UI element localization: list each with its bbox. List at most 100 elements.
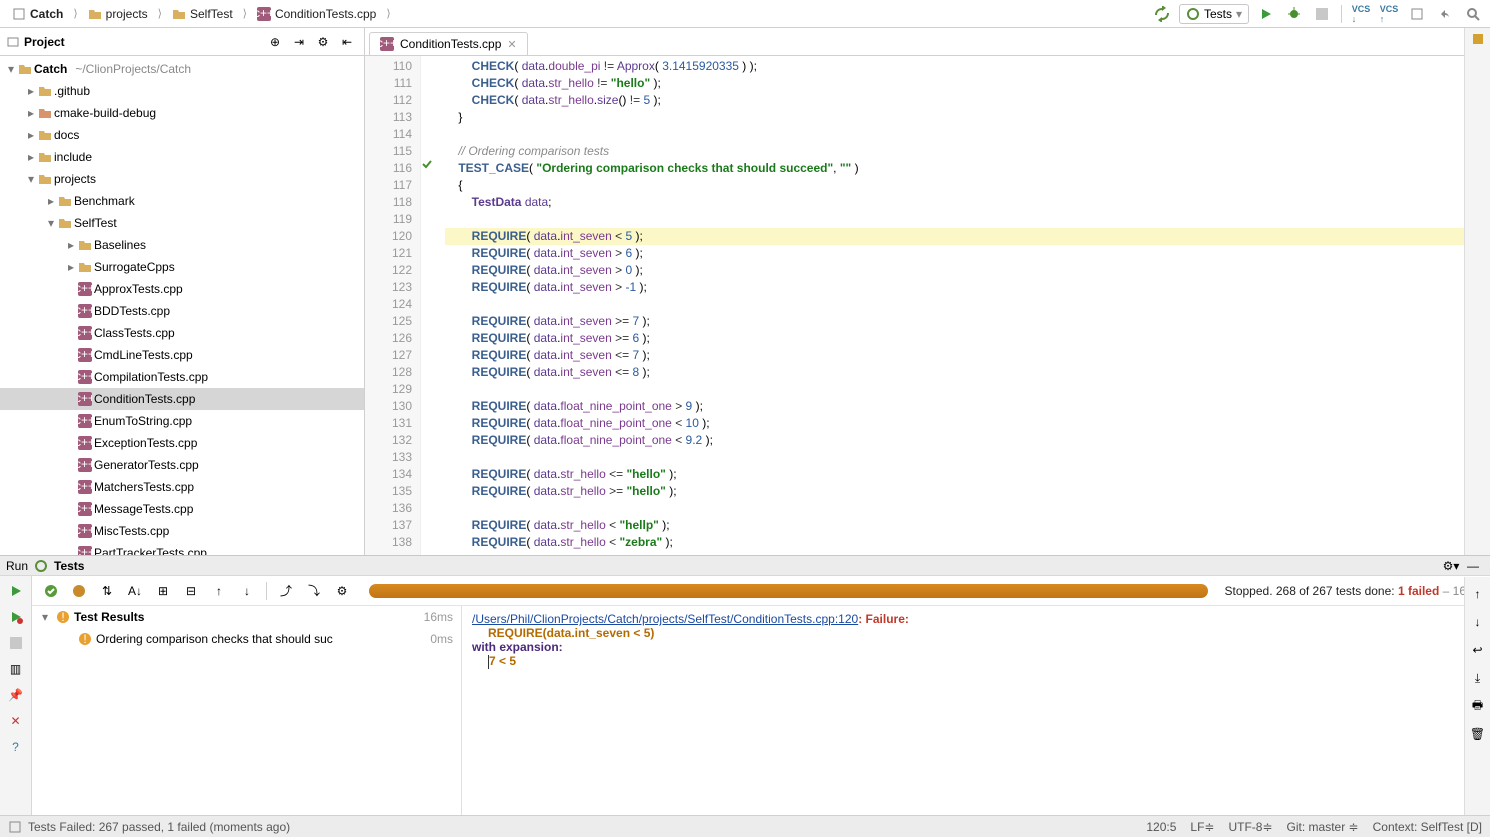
tree-item[interactable]: c++GeneratorTests.cpp <box>0 454 364 476</box>
hide-icon[interactable]: ⇤ <box>336 31 358 53</box>
tree-item[interactable]: c++ClassTests.cpp <box>0 322 364 344</box>
pin-icon[interactable]: 📌 <box>5 684 27 706</box>
show-passed-icon[interactable] <box>40 580 62 602</box>
layout-icon[interactable]: ▥ <box>5 658 27 680</box>
line-ending[interactable]: LF≑ <box>1190 820 1214 834</box>
rail-clear-icon[interactable]: 🗑 <box>1467 723 1489 745</box>
code-line[interactable]: REQUIRE( data.int_seven > 0 ); <box>445 262 1490 279</box>
tree-item[interactable]: c++MessageTests.cpp <box>0 498 364 520</box>
tree-item[interactable]: ▸cmake-build-debug <box>0 102 364 124</box>
tree-item[interactable]: ▸SurrogateCpps <box>0 256 364 278</box>
tree-item[interactable]: ▸include <box>0 146 364 168</box>
code-line[interactable]: REQUIRE( data.int_seven >= 6 ); <box>445 330 1490 347</box>
code-line[interactable]: REQUIRE( data.float_nine_point_one < 10 … <box>445 415 1490 432</box>
encoding[interactable]: UTF-8≑ <box>1228 820 1272 834</box>
tree-item[interactable]: ▸.github <box>0 80 364 102</box>
show-ignored-icon[interactable] <box>68 580 90 602</box>
code-line[interactable]: REQUIRE( data.int_seven < 5 ); <box>445 228 1490 245</box>
gear-icon[interactable]: ⚙ <box>312 31 334 53</box>
test-tree-item[interactable]: !Ordering comparison checks that should … <box>32 628 461 650</box>
tree-item[interactable]: c++CmdLineTests.cpp <box>0 344 364 366</box>
tree-item[interactable]: ▾SelfTest <box>0 212 364 234</box>
caret-position[interactable]: 120:5 <box>1146 820 1176 834</box>
tree-item[interactable]: c++ExceptionTests.cpp <box>0 432 364 454</box>
reload-icon[interactable] <box>1151 3 1173 25</box>
vcs-history-icon[interactable] <box>1406 3 1428 25</box>
tree-item[interactable]: c++ApproxTests.cpp <box>0 278 364 300</box>
code-line[interactable]: // Ordering comparison tests <box>445 143 1490 160</box>
sort-icon[interactable]: ⇅ <box>96 580 118 602</box>
code-line[interactable]: TEST_CASE( "Ordering comparison checks t… <box>445 160 1490 177</box>
prev-fail-icon[interactable]: ↑ <box>208 580 230 602</box>
locate-icon[interactable]: ⊕ <box>264 31 286 53</box>
code-line[interactable] <box>445 126 1490 143</box>
code-line[interactable]: } <box>445 109 1490 126</box>
breadcrumb-item[interactable]: projects <box>82 7 154 21</box>
tests-tab[interactable]: Tests <box>54 559 84 573</box>
rail-wrap-icon[interactable]: ↩ <box>1467 639 1489 661</box>
code-line[interactable] <box>445 296 1490 313</box>
tree-item[interactable]: c++BDDTests.cpp <box>0 300 364 322</box>
collapse-icon[interactable]: ⇥ <box>288 31 310 53</box>
tree-item[interactable]: c++CompilationTests.cpp <box>0 366 364 388</box>
rail-up-icon[interactable]: ↑ <box>1467 583 1489 605</box>
context[interactable]: Context: SelfTest [D] <box>1373 820 1482 834</box>
code-line[interactable]: CHECK( data.str_hello != "hello" ); <box>445 75 1490 92</box>
tree-item[interactable]: c++EnumToString.cpp <box>0 410 364 432</box>
tree-item[interactable]: c++PartTrackerTests.cpp <box>0 542 364 555</box>
tree-item[interactable]: ▸Baselines <box>0 234 364 256</box>
code-line[interactable]: REQUIRE( data.str_hello <= "hello" ); <box>445 466 1490 483</box>
code-line[interactable]: REQUIRE( data.int_seven > -1 ); <box>445 279 1490 296</box>
expand-all-icon[interactable]: ⊞ <box>152 580 174 602</box>
code-line[interactable] <box>445 381 1490 398</box>
debug-button[interactable] <box>1283 3 1305 25</box>
next-fail-icon[interactable]: ↓ <box>236 580 258 602</box>
rail-scroll-icon[interactable]: ⤓ <box>1467 667 1489 689</box>
rail-down-icon[interactable]: ↓ <box>1467 611 1489 633</box>
failure-link[interactable]: /Users/Phil/ClionProjects/Catch/projects… <box>472 612 858 626</box>
tree-item[interactable]: ▾projects <box>0 168 364 190</box>
rerun-failed-button[interactable] <box>5 606 27 628</box>
tree-item[interactable]: ▸docs <box>0 124 364 146</box>
tree-item[interactable]: c++MatchersTests.cpp <box>0 476 364 498</box>
editor-tab[interactable]: c++ ConditionTests.cpp ✕ <box>369 32 528 55</box>
code-line[interactable]: REQUIRE( data.float_nine_point_one < 9.2… <box>445 432 1490 449</box>
test-console[interactable]: /Users/Phil/ClionProjects/Catch/projects… <box>462 606 1490 815</box>
test-tree-item[interactable]: ▾!Test Results16ms <box>32 606 461 628</box>
code-line[interactable]: CHECK( data.str_hello.size() != 5 ); <box>445 92 1490 109</box>
code-line[interactable]: REQUIRE( data.int_seven <= 8 ); <box>445 364 1490 381</box>
code-line[interactable]: REQUIRE( data.int_seven >= 7 ); <box>445 313 1490 330</box>
analysis-ok-icon[interactable] <box>1473 34 1483 44</box>
vcs-commit-icon[interactable]: VCS↑ <box>1378 3 1400 25</box>
git-branch[interactable]: Git: master ≑ <box>1287 820 1359 834</box>
code-line[interactable]: REQUIRE( data.str_hello < "hellp" ); <box>445 517 1490 534</box>
close-panel-icon[interactable]: ✕ <box>5 710 27 732</box>
code-line[interactable] <box>445 500 1490 517</box>
vcs-revert-icon[interactable] <box>1434 3 1456 25</box>
breadcrumb-item[interactable]: Catch <box>6 7 69 21</box>
panel-hide-icon[interactable]: — <box>1462 555 1484 577</box>
stop-button[interactable] <box>1311 3 1333 25</box>
panel-gear-icon[interactable]: ⚙▾ <box>1440 555 1462 577</box>
import-icon[interactable]: ⤵ <box>303 580 325 602</box>
code-line[interactable]: REQUIRE( data.int_seven <= 7 ); <box>445 347 1490 364</box>
collapse-all-icon[interactable]: ⊟ <box>180 580 202 602</box>
code-line[interactable]: REQUIRE( data.float_nine_point_one > 9 )… <box>445 398 1490 415</box>
export-icon[interactable]: ⤴ <box>275 580 297 602</box>
sort-alpha-icon[interactable]: A↓ <box>124 580 146 602</box>
rerun-button[interactable] <box>5 580 27 602</box>
code-line[interactable]: CHECK( data.double_pi != Approx( 3.14159… <box>445 58 1490 75</box>
toggle-auto-icon[interactable] <box>5 632 27 654</box>
tree-item[interactable]: c++ConditionTests.cpp <box>0 388 364 410</box>
code-line[interactable]: REQUIRE( data.int_seven > 6 ); <box>445 245 1490 262</box>
search-icon[interactable] <box>1462 3 1484 25</box>
code-line[interactable] <box>445 449 1490 466</box>
tree-item[interactable]: c++MiscTests.cpp <box>0 520 364 542</box>
code-line[interactable]: { <box>445 177 1490 194</box>
run-tab[interactable]: Run <box>6 559 28 573</box>
tree-item[interactable]: ▸Benchmark <box>0 190 364 212</box>
help-icon[interactable]: ? <box>5 736 27 758</box>
code-line[interactable]: TestData data; <box>445 194 1490 211</box>
breadcrumb-item[interactable]: SelfTest <box>166 7 239 21</box>
run-button[interactable] <box>1255 3 1277 25</box>
